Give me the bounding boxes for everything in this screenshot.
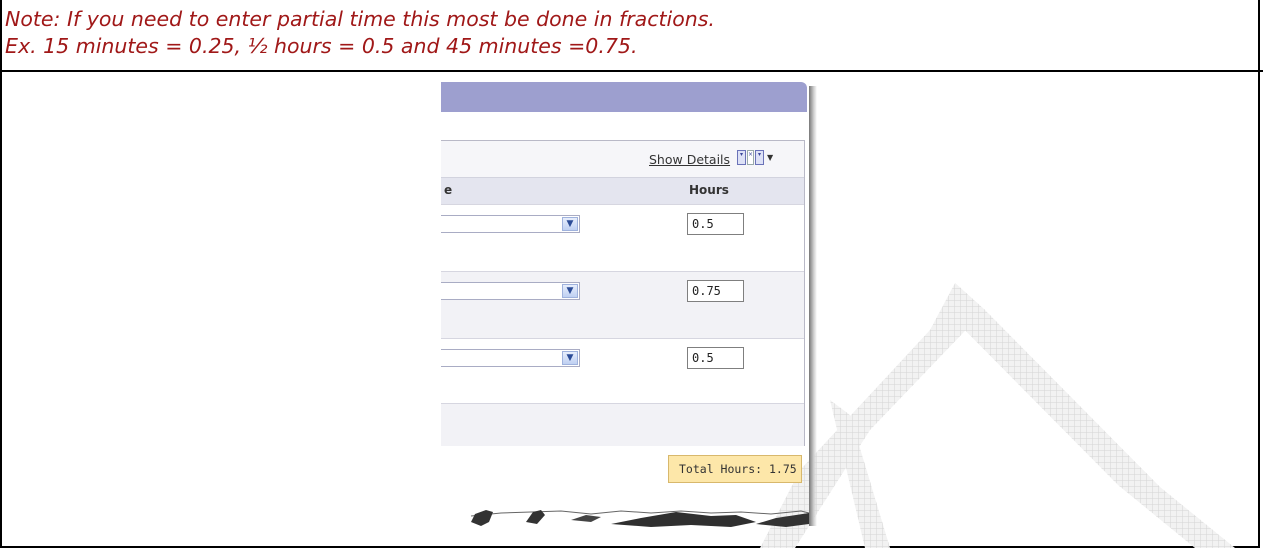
show-details-link[interactable]: Show Details — [649, 152, 730, 167]
note-line-2: Ex. 15 minutes = 0.25, ½ hours = 0.5 and… — [5, 34, 638, 58]
grid-toolbar: Show Details ▾ × ▾ ▼ — [441, 141, 804, 177]
torn-edge — [470, 510, 810, 527]
screenshot-shadow — [809, 86, 817, 526]
grid-header: e Hours — [441, 177, 804, 205]
note-text: Note: If you need to enter partial time … — [5, 6, 715, 60]
table-footer-row — [441, 403, 804, 446]
chevron-down-icon[interactable]: ▼ — [562, 217, 578, 231]
table-row: ▼ 0.5 — [441, 338, 804, 403]
timesheet-screenshot: Show Details ▾ × ▾ ▼ e Hours ▼ 0.5 ▼ 0.7… — [441, 78, 817, 538]
type-dropdown[interactable]: ▼ — [441, 349, 580, 367]
column-chooser-icon[interactable]: ▾ × ▾ ▼ — [737, 150, 773, 165]
column-box-icon: ▾ — [755, 150, 764, 165]
frame-top-border — [0, 70, 1263, 72]
column-box-icon: ▾ — [737, 150, 746, 165]
chevron-down-icon: ▼ — [767, 153, 774, 162]
window-title-bar — [441, 82, 807, 112]
chevron-down-icon[interactable]: ▼ — [562, 284, 578, 298]
column-box-icon: × — [747, 150, 754, 165]
hours-input[interactable]: 0.5 — [687, 347, 744, 369]
hours-input[interactable]: 0.75 — [687, 280, 744, 302]
note-line-1: Note: If you need to enter partial time … — [5, 7, 715, 31]
type-dropdown[interactable]: ▼ — [441, 215, 580, 233]
column-header-hours: Hours — [689, 183, 729, 197]
column-header-type: e — [444, 183, 453, 197]
table-row: ▼ 0.75 — [441, 271, 804, 338]
hours-grid: Show Details ▾ × ▾ ▼ e Hours ▼ 0.5 ▼ 0.7… — [441, 140, 805, 446]
total-hours-badge: Total Hours: 1.75 — [668, 455, 802, 483]
table-row: ▼ 0.5 — [441, 204, 804, 271]
type-dropdown[interactable]: ▼ — [441, 282, 580, 300]
chevron-down-icon[interactable]: ▼ — [562, 351, 578, 365]
hours-input[interactable]: 0.5 — [687, 213, 744, 235]
